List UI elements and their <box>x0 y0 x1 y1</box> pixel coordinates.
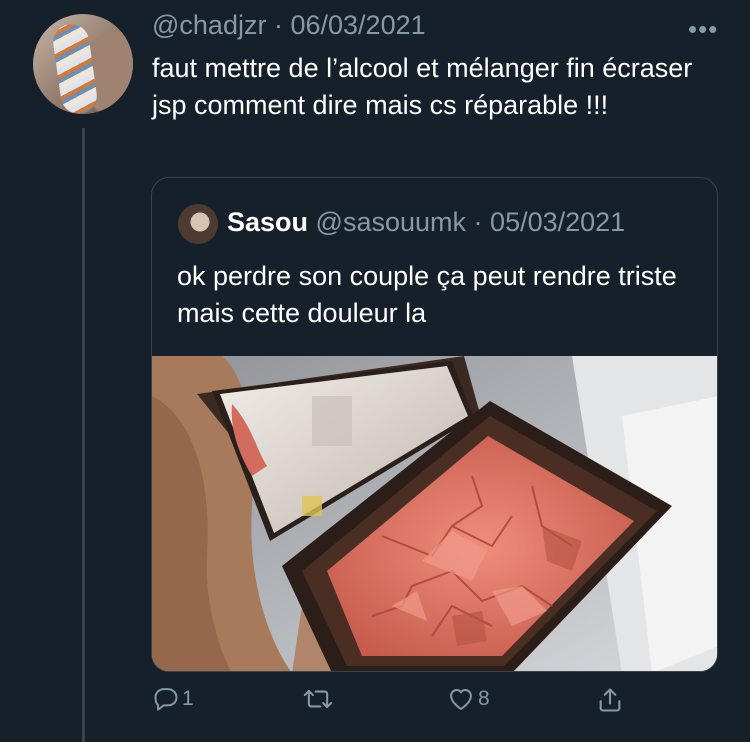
broken-blush-photo <box>152 356 717 671</box>
reply-count: 1 <box>182 687 194 710</box>
separator: · <box>473 207 483 237</box>
retweet-button[interactable] <box>302 685 336 713</box>
quoted-author-handle: @sasouumk <box>315 207 467 237</box>
action-bar: 1 8 <box>0 685 750 735</box>
quoted-author-name: Sasou <box>227 207 309 237</box>
quoted-tweet[interactable]: Sasou @sasouumk · 05/03/2021 ok perdre s… <box>151 177 718 672</box>
tweet-text: faut mettre de l’alcool et mélanger fin … <box>152 53 693 120</box>
tweet-date[interactable]: 06/03/2021 <box>290 10 425 40</box>
thread-line <box>82 128 85 742</box>
retweet-icon <box>303 689 333 709</box>
quoted-date: 05/03/2021 <box>490 207 626 237</box>
tweet-header: @chadjzr · 06/03/2021 <box>152 10 426 41</box>
share-icon <box>599 688 621 712</box>
separator: · <box>273 10 283 40</box>
more-options-icon[interactable]: ••• <box>688 16 718 42</box>
like-count: 8 <box>478 687 490 710</box>
like-button[interactable]: 8 <box>446 685 490 713</box>
quoted-text: ok perdre son couple ça peut rendre tris… <box>177 261 677 328</box>
reply-button[interactable]: 1 <box>152 685 194 713</box>
reply-icon <box>154 688 178 711</box>
heart-icon <box>450 689 472 710</box>
quoted-avatar <box>178 204 218 244</box>
author-handle[interactable]: @chadjzr <box>152 10 266 40</box>
quoted-header: Sasou @sasouumk · 05/03/2021 <box>227 207 625 238</box>
quoted-photo[interactable] <box>152 356 717 671</box>
avatar[interactable] <box>33 14 133 114</box>
share-button[interactable] <box>596 685 624 715</box>
